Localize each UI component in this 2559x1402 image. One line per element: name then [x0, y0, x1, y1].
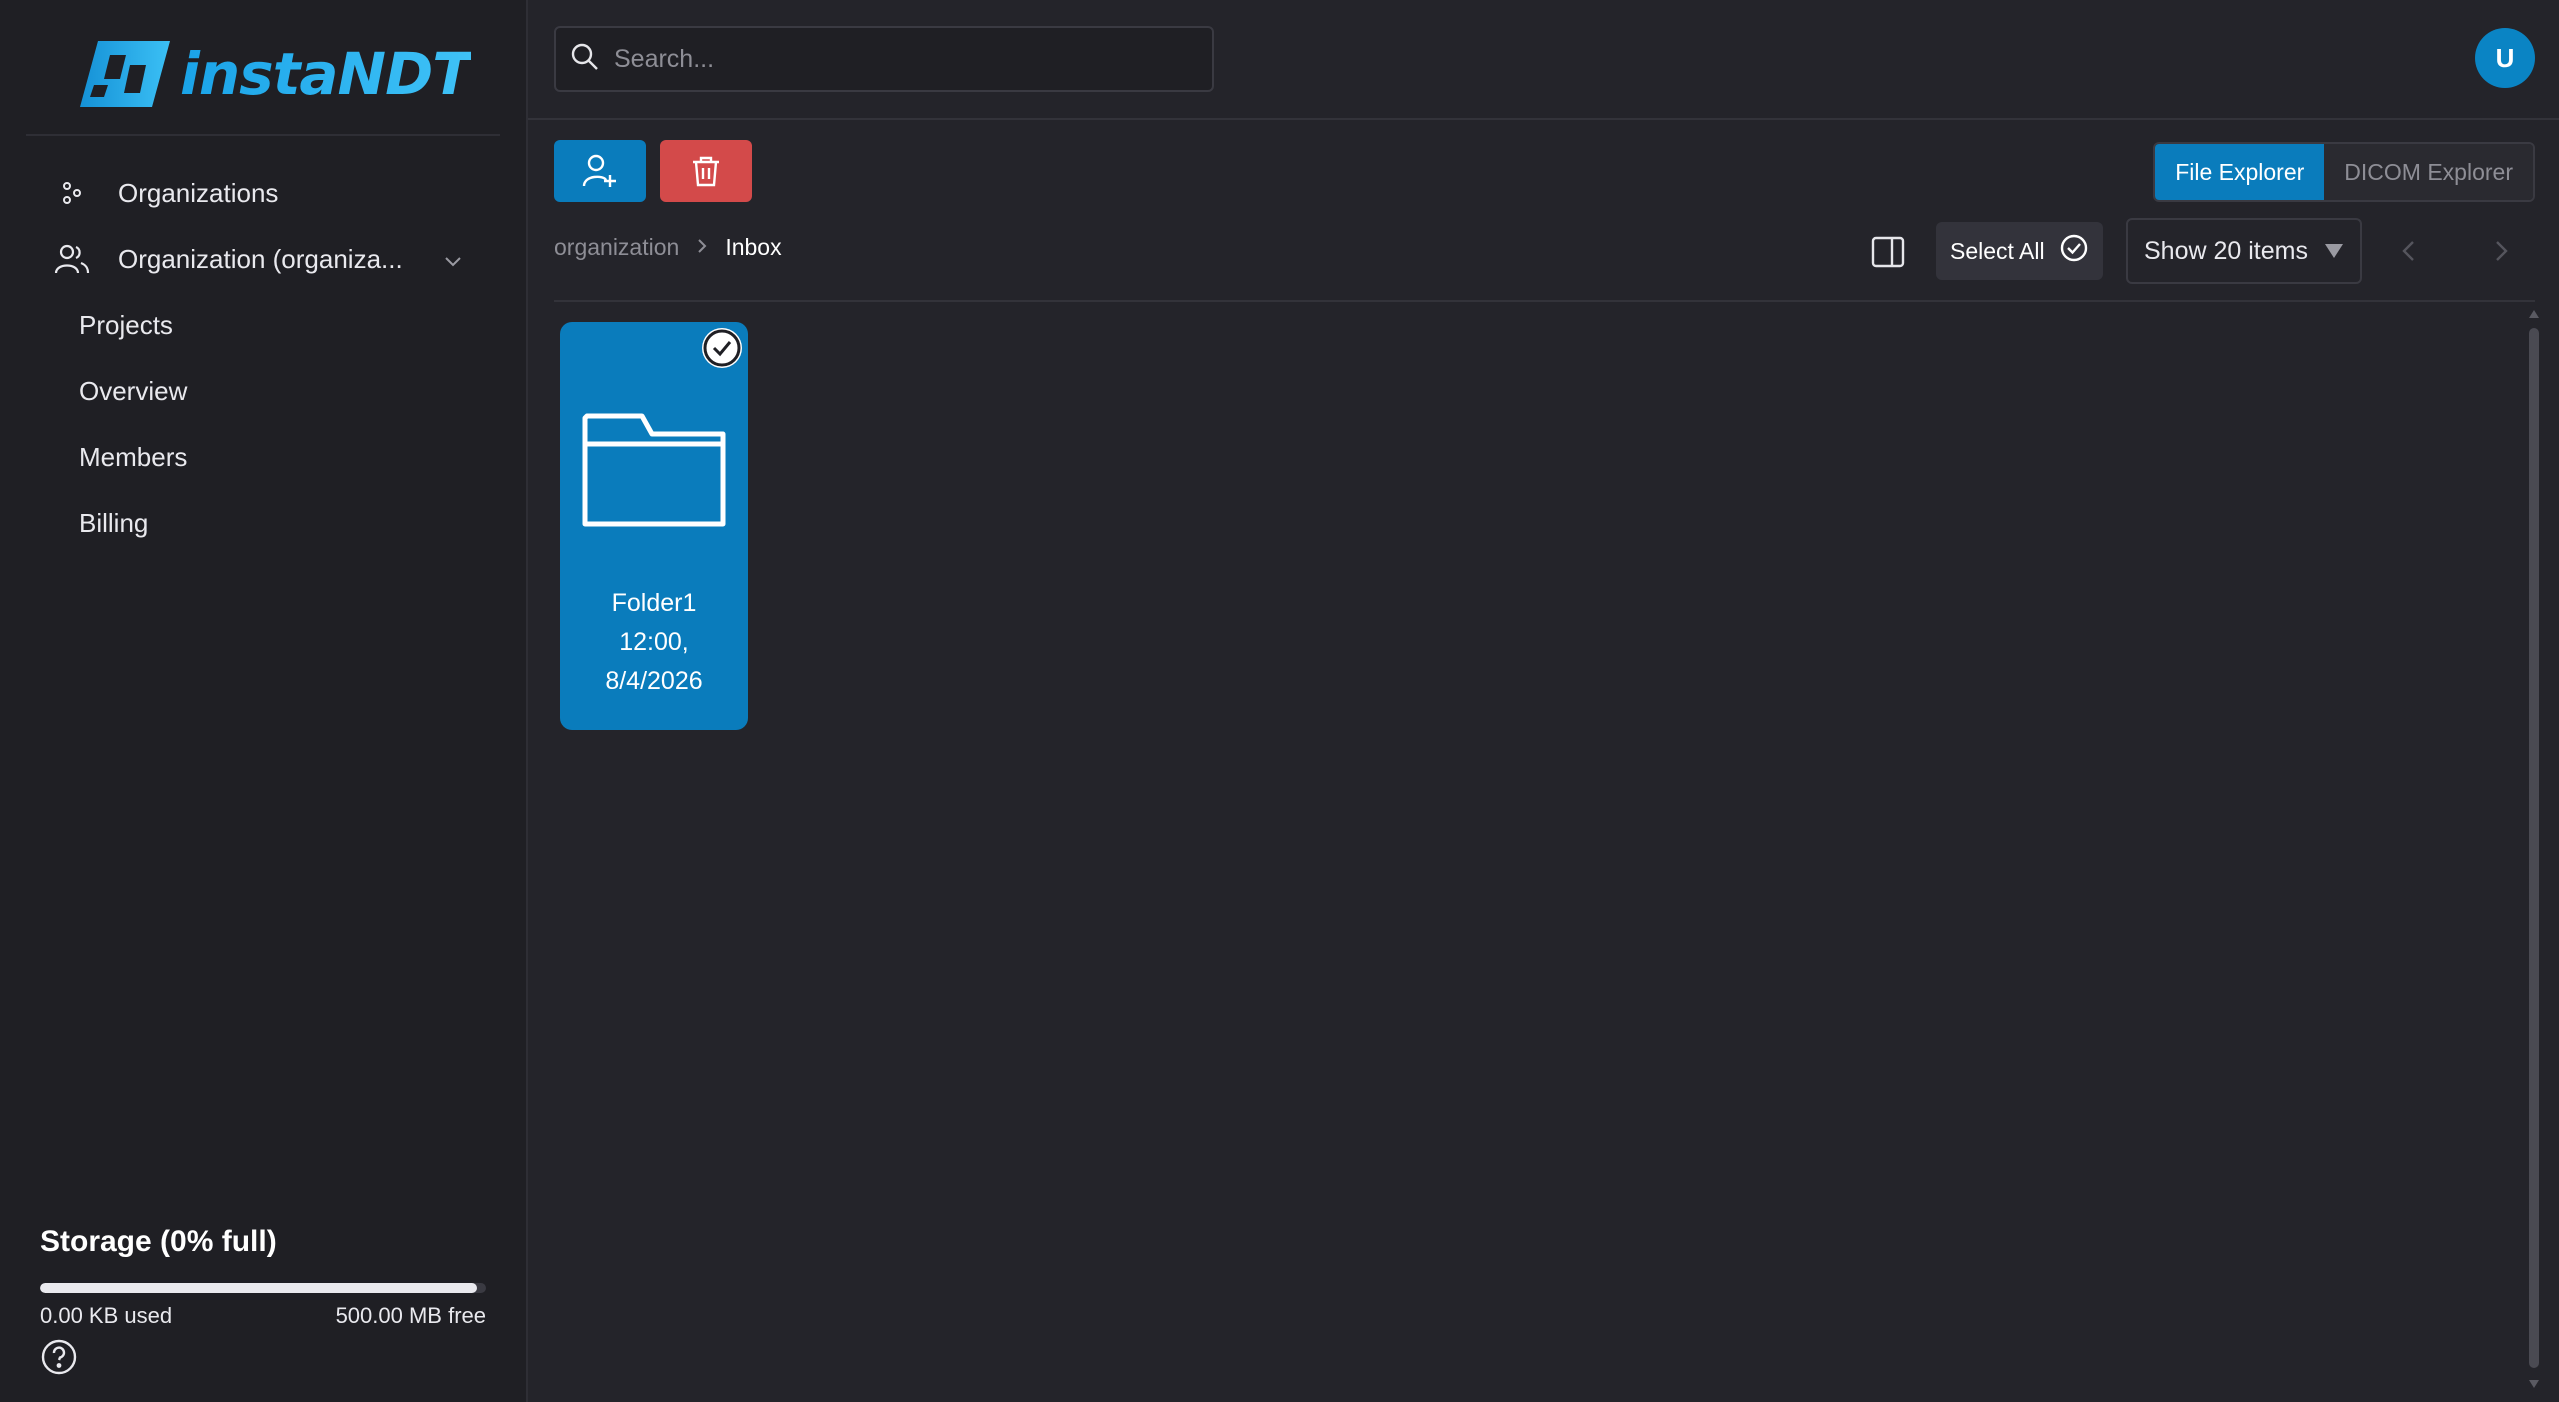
chevron-left-icon [2402, 241, 2414, 261]
help-icon[interactable] [40, 1338, 78, 1376]
delete-button[interactable] [660, 140, 752, 202]
storage-stats: 0.00 KB used 500.00 MB free [40, 1303, 486, 1329]
storage-free: 500.00 MB free [335, 1303, 486, 1328]
check-circle-icon [2059, 233, 2089, 269]
folder-date: 8/4/2026 [605, 667, 703, 695]
side-panel-toggle-icon[interactable] [1870, 236, 1906, 268]
scroll-up-icon [2529, 310, 2539, 318]
users-icon [54, 241, 90, 277]
avatar[interactable]: U [2475, 28, 2535, 88]
tab-dicom-explorer[interactable]: DICOM Explorer [2324, 144, 2533, 200]
storage-panel: Storage (0% full) 0.00 KB used 500.00 MB… [40, 1225, 486, 1329]
folder-info: Folder1 12:00, 8/4/2026 [560, 584, 748, 701]
folder-card[interactable]: Folder1 12:00, 8/4/2026 [560, 322, 748, 730]
sidebar-item-label: Organizations [118, 177, 279, 208]
chevron-right-icon [695, 234, 709, 261]
chevron-down-icon[interactable] [442, 248, 464, 279]
breadcrumb-root[interactable]: organization [554, 234, 679, 261]
sidebar-item-members[interactable]: Members [0, 424, 526, 490]
search-icon [570, 42, 600, 77]
next-page-button[interactable] [2486, 236, 2516, 266]
previous-page-button[interactable] [2394, 236, 2424, 266]
select-all-button[interactable]: Select All [1936, 222, 2103, 280]
search-box[interactable] [554, 26, 1214, 92]
scroll-down-icon [2529, 1380, 2539, 1388]
selected-check-icon[interactable] [702, 328, 742, 368]
sidebar-item-label: Organization (organiza... [118, 243, 403, 274]
scrollbar-thumb[interactable] [2529, 328, 2539, 1368]
top-header: U [528, 0, 2559, 120]
content-divider [554, 300, 2535, 302]
select-all-label: Select All [1950, 237, 2045, 264]
sidebar-item-overview[interactable]: Overview [0, 358, 526, 424]
logo-text: instaNDT [180, 40, 472, 108]
folder-name: Folder1 [611, 589, 697, 617]
tab-file-explorer[interactable]: File Explorer [2155, 144, 2325, 200]
sidebar-divider [26, 134, 500, 136]
app-root: instaNDT Organizations Organization (org… [0, 0, 2559, 1402]
trash-icon [693, 156, 719, 187]
user-plus-icon [582, 154, 616, 187]
storage-progress-fill [40, 1283, 478, 1293]
instandt-logo-icon [80, 41, 170, 107]
sidebar-item-billing[interactable]: Billing [0, 490, 526, 556]
breadcrumb-current[interactable]: Inbox [725, 234, 781, 261]
search-input[interactable] [614, 44, 1194, 74]
storage-used: 0.00 KB used [40, 1303, 173, 1328]
sidebar-nav: Organizations Organization (organiza... … [0, 160, 526, 556]
page-size-select[interactable]: Show 20 items [2126, 218, 2362, 284]
logo[interactable]: instaNDT [74, 38, 472, 110]
chevron-right-icon [2496, 241, 2508, 261]
page-size-value: Show 20 items [2144, 236, 2308, 265]
sidebar-item-organizations[interactable]: Organizations [0, 160, 526, 226]
storage-title: Storage (0% full) [40, 1225, 277, 1258]
folder-icon [582, 410, 728, 535]
sidebar: instaNDT Organizations Organization (org… [0, 0, 528, 1402]
folder-time: 12:00, [619, 628, 689, 656]
view-toggle: File Explorer DICOM Explorer [2153, 142, 2535, 202]
sidebar-item-projects[interactable]: Projects [0, 292, 526, 358]
caret-down-icon [2324, 237, 2344, 266]
content-scrollbar[interactable] [2527, 306, 2541, 1396]
organizations-icon [54, 175, 90, 211]
breadcrumb: organization Inbox [554, 234, 782, 261]
storage-progress-bar [40, 1283, 486, 1293]
sidebar-item-organization[interactable]: Organization (organiza... [0, 226, 526, 292]
add-member-button[interactable] [554, 140, 646, 202]
